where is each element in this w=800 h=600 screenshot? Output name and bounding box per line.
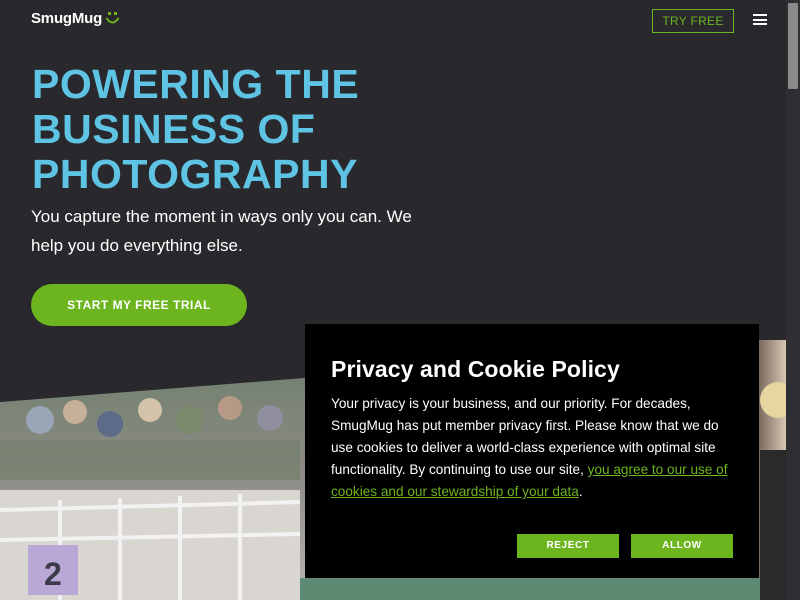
reject-button[interactable]: REJECT [517, 534, 619, 558]
scrollbar-thumb[interactable] [788, 3, 798, 89]
cookie-dialog-body: Your privacy is your business, and our p… [331, 393, 741, 503]
cookie-dialog: Privacy and Cookie Policy Your privacy i… [305, 324, 759, 578]
page-scrollbar[interactable] [786, 0, 800, 600]
start-free-trial-button[interactable]: START MY FREE TRIAL [31, 284, 247, 326]
cookie-body-end: . [578, 484, 583, 499]
cookie-dialog-title: Privacy and Cookie Policy [331, 356, 620, 382]
page: SmugMug TRY FREE POWERING THE BUSINESS O… [0, 0, 800, 600]
try-free-button[interactable]: TRY FREE [652, 9, 734, 33]
hamburger-menu-icon[interactable] [753, 14, 767, 25]
logo-text: SmugMug [31, 10, 103, 27]
smile-icon [105, 11, 120, 27]
allow-button[interactable]: ALLOW [631, 534, 733, 558]
hero-subtitle: You capture the moment in ways only you … [31, 207, 412, 255]
top-nav: SmugMug TRY FREE [0, 0, 786, 42]
hero-title: POWERING THE BUSINESS OF PHOTOGRAPHY [32, 61, 360, 197]
smugmug-logo[interactable]: SmugMug [31, 10, 120, 27]
svg-text:2: 2 [44, 556, 62, 592]
